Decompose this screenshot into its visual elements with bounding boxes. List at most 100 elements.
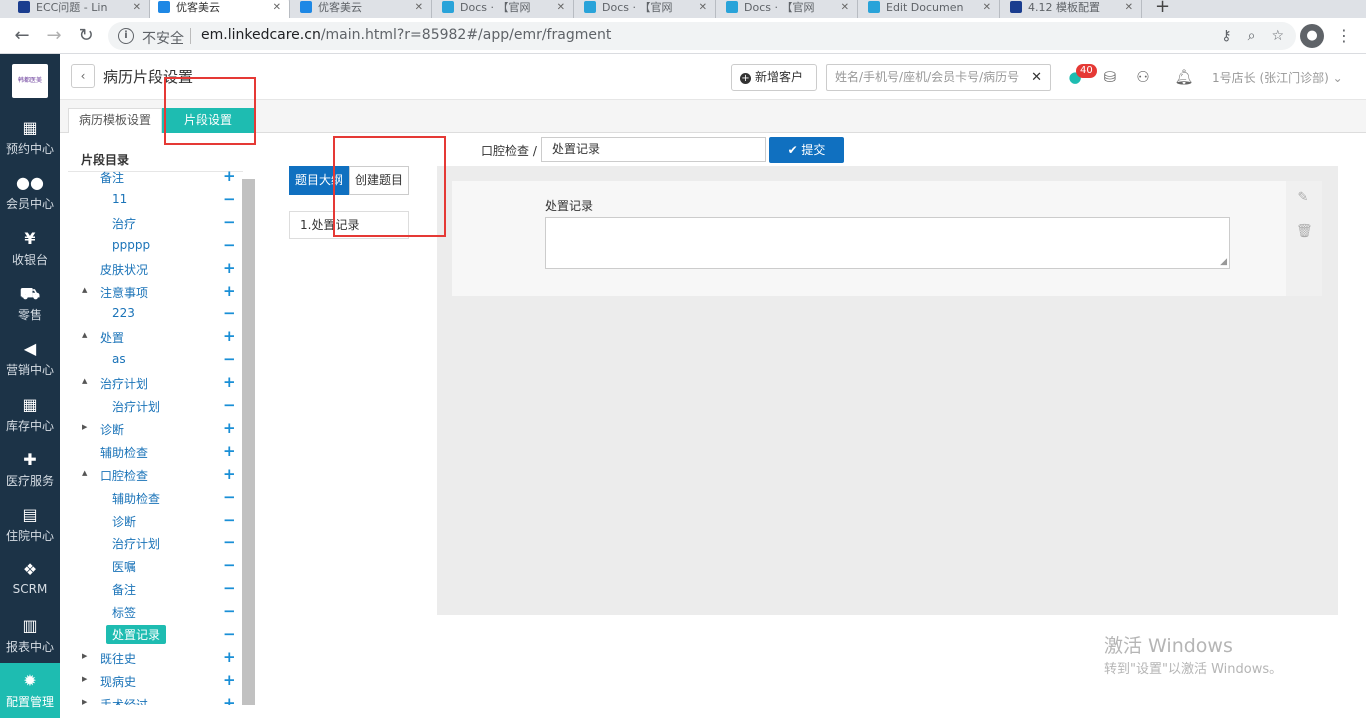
tree-node[interactable]: ▶ 诊断 + xyxy=(68,419,238,439)
resize-grip-icon[interactable]: ◢ xyxy=(1220,257,1227,267)
tree-node[interactable]: 处置记录 − xyxy=(68,625,238,645)
add-icon[interactable]: + xyxy=(223,648,236,666)
new-customer-button[interactable]: + 新增客户 xyxy=(731,64,817,91)
close-tab-icon[interactable]: ✕ xyxy=(1119,2,1133,13)
remove-icon[interactable]: − xyxy=(223,556,236,574)
reload-icon[interactable]: ↻ xyxy=(74,24,98,48)
profile-avatar-icon[interactable]: ● xyxy=(1300,24,1324,48)
remove-icon[interactable]: − xyxy=(223,625,236,643)
bookmark-star-icon[interactable]: ☆ xyxy=(1271,28,1284,44)
tree-node[interactable]: ▲ 处置 + xyxy=(68,327,238,347)
database-icon[interactable]: ⛁ xyxy=(1100,67,1120,87)
tree-node-label[interactable]: 处置 xyxy=(100,329,124,346)
close-tab-icon[interactable]: ✕ xyxy=(409,2,423,13)
browser-tab[interactable]: Docs · 【官网 ✕ xyxy=(434,0,574,18)
users-icon[interactable]: ⚇ xyxy=(1133,67,1153,87)
zoom-icon[interactable]: ⌕ xyxy=(1248,28,1256,44)
forward-arrow-icon[interactable]: → xyxy=(42,24,66,48)
tree-node[interactable]: 治疗 − xyxy=(68,213,238,233)
customer-search-input[interactable]: 姓名/手机号/座机/会员卡号/病历号 ✕ xyxy=(826,64,1051,91)
fragment-name-input[interactable]: 处置记录 xyxy=(541,137,766,162)
tree-node-label[interactable]: 处置记录 xyxy=(106,625,167,644)
tree-node-label[interactable]: 现病史 xyxy=(100,673,136,690)
edit-icon[interactable]: ✎ xyxy=(1296,191,1310,205)
nav-item[interactable]: ✚ 医疗服务 xyxy=(0,442,60,497)
tree-node-label[interactable]: 诊断 xyxy=(100,421,124,438)
nav-item[interactable]: ✹ 配置管理 xyxy=(0,663,60,718)
tree-node-label[interactable]: ppppp xyxy=(112,238,150,252)
tree-node-label[interactable]: 皮肤状况 xyxy=(100,261,148,278)
close-tab-icon[interactable]: ✕ xyxy=(127,2,141,13)
record-textarea[interactable]: ◢ xyxy=(545,217,1230,269)
tree-node-label[interactable]: 标签 xyxy=(112,604,136,621)
tree-node[interactable]: 223 − xyxy=(68,304,238,324)
browser-tab[interactable]: Docs · 【官网 ✕ xyxy=(576,0,716,18)
browser-tab[interactable]: 优客美云 ✕ xyxy=(292,0,432,18)
remove-icon[interactable]: − xyxy=(223,236,236,254)
nav-item[interactable]: ▦ 预约中心 xyxy=(0,110,60,165)
caret-right-icon[interactable]: ▶ xyxy=(82,675,87,683)
back-button[interactable]: ‹ xyxy=(71,64,95,88)
tree-node-label[interactable]: 治疗计划 xyxy=(112,398,160,415)
remove-icon[interactable]: − xyxy=(223,213,236,231)
add-icon[interactable]: + xyxy=(223,282,236,300)
remove-icon[interactable]: − xyxy=(223,190,236,208)
key-icon[interactable]: ⚷ xyxy=(1221,28,1231,44)
tree-node-label[interactable]: 11 xyxy=(112,192,127,206)
add-icon[interactable]: + xyxy=(223,167,236,185)
tree-node-label[interactable]: 223 xyxy=(112,306,135,320)
tree-node-label[interactable]: 医嘱 xyxy=(112,558,136,575)
remove-icon[interactable]: − xyxy=(223,602,236,620)
url-field[interactable]: i 不安全 em.linkedcare.cn/main.html?r=85982… xyxy=(108,22,1296,50)
browser-tab[interactable]: 优客美云 ✕ xyxy=(150,0,290,18)
tree-node-label[interactable]: 诊断 xyxy=(112,513,136,530)
caret-down-icon[interactable]: ▲ xyxy=(82,331,87,339)
tree-node[interactable]: 辅助检查 − xyxy=(68,488,238,508)
user-menu[interactable]: 1号店长 (张江门诊部) ⌄ xyxy=(1212,69,1343,86)
tree-node-label[interactable]: 备注 xyxy=(100,169,124,186)
browser-tab[interactable]: ECC问题 - Lin ✕ xyxy=(10,0,150,18)
security-label[interactable]: 不安全 xyxy=(142,28,184,48)
add-icon[interactable]: + xyxy=(223,327,236,345)
add-icon[interactable]: + xyxy=(223,259,236,277)
caret-down-icon[interactable]: ▲ xyxy=(82,469,87,477)
remove-icon[interactable]: − xyxy=(223,350,236,368)
nav-item[interactable]: ▦ 库存中心 xyxy=(0,387,60,442)
remove-icon[interactable]: − xyxy=(223,579,236,597)
tree-node-label[interactable]: 既往史 xyxy=(100,650,136,667)
scrollbar-thumb[interactable] xyxy=(242,179,255,705)
nav-item[interactable]: ❖ SCRM xyxy=(0,552,60,607)
browser-tab[interactable]: 4.12 模板配置 ✕ xyxy=(1002,0,1142,18)
nav-item[interactable]: ¥ 收银台 xyxy=(0,221,60,276)
remove-icon[interactable]: − xyxy=(223,304,236,322)
tree-node[interactable]: ▲ 治疗计划 + xyxy=(68,373,238,393)
tree-node[interactable]: 辅助检查 + xyxy=(68,442,238,462)
close-tab-icon[interactable]: ✕ xyxy=(267,2,281,13)
back-arrow-icon[interactable]: ← xyxy=(10,24,34,48)
add-icon[interactable]: + xyxy=(223,694,236,705)
add-icon[interactable]: + xyxy=(223,442,236,460)
remove-icon[interactable]: − xyxy=(223,396,236,414)
close-tab-icon[interactable]: ✕ xyxy=(551,2,565,13)
tree-node[interactable]: ▶ 既往史 + xyxy=(68,648,238,668)
tree-node-label[interactable]: 辅助检查 xyxy=(100,444,148,461)
nav-item[interactable]: ⛟ 零售 xyxy=(0,276,60,331)
close-tab-icon[interactable]: ✕ xyxy=(977,2,991,13)
add-icon[interactable]: + xyxy=(223,671,236,689)
caret-right-icon[interactable]: ▶ xyxy=(82,423,87,431)
nav-item[interactable]: ●● 会员中心 xyxy=(0,165,60,220)
tree-node[interactable]: 治疗计划 − xyxy=(68,533,238,553)
add-icon[interactable]: + xyxy=(223,465,236,483)
clear-icon[interactable]: ✕ xyxy=(1031,65,1042,90)
remove-icon[interactable]: − xyxy=(223,488,236,506)
bell-icon[interactable]: 🔔︎ xyxy=(1174,67,1194,87)
tree-node-label[interactable]: 治疗计划 xyxy=(100,375,148,392)
tree-node[interactable]: 备注 − xyxy=(68,579,238,599)
caret-down-icon[interactable]: ▲ xyxy=(82,286,87,294)
tree-node[interactable]: 医嘱 − xyxy=(68,556,238,576)
nav-item[interactable]: ◀ 营销中心 xyxy=(0,331,60,386)
browser-tab[interactable]: Edit Documen ✕ xyxy=(860,0,1000,18)
browser-tab[interactable]: Docs · 【官网 ✕ xyxy=(718,0,858,18)
info-icon[interactable]: i xyxy=(118,28,134,44)
tree-node[interactable]: as − xyxy=(68,350,238,370)
